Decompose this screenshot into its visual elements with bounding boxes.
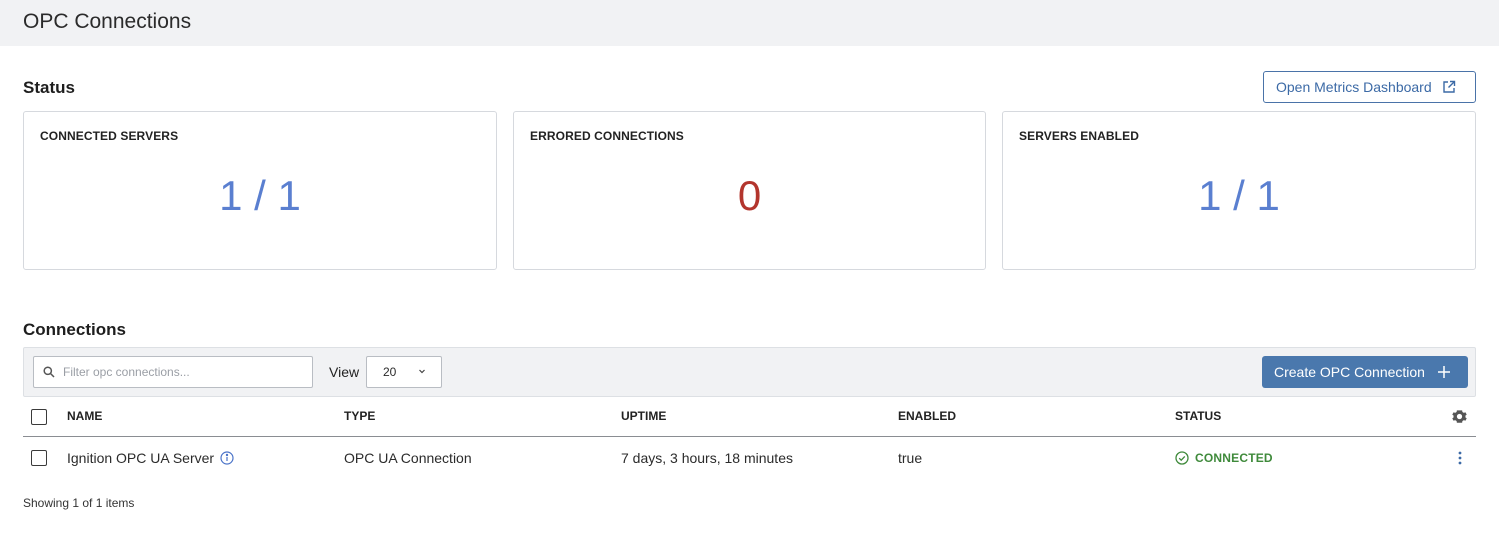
errored-connections-card: ERRORED CONNECTIONS 0	[513, 111, 986, 270]
table-header-divider	[23, 436, 1476, 437]
info-icon[interactable]	[220, 451, 234, 465]
open-metrics-dashboard-label: Open Metrics Dashboard	[1276, 79, 1432, 95]
connected-servers-label: CONNECTED SERVERS	[40, 129, 179, 143]
create-opc-connection-label: Create OPC Connection	[1274, 364, 1425, 380]
pagination-summary: Showing 1 of 1 items	[23, 496, 135, 510]
kebab-menu-icon[interactable]	[1456, 451, 1464, 465]
page-size-select[interactable]: 20	[366, 356, 442, 388]
create-opc-connection-button[interactable]: Create OPC Connection	[1262, 356, 1468, 388]
connection-enabled: true	[898, 450, 923, 466]
column-header-name[interactable]: NAME	[67, 409, 102, 423]
search-icon	[43, 366, 55, 378]
status-text: CONNECTED	[1195, 451, 1273, 465]
servers-enabled-value: 1 / 1	[1198, 172, 1280, 219]
column-header-type[interactable]: TYPE	[344, 409, 375, 423]
row-select-checkbox[interactable]	[31, 450, 47, 466]
page-header: OPC Connections	[0, 0, 1499, 46]
filter-input[interactable]	[63, 365, 303, 379]
page-title: OPC Connections	[23, 10, 192, 33]
status-section-title: Status	[23, 78, 75, 97]
servers-enabled-label: SERVERS ENABLED	[1019, 129, 1139, 143]
connection-name-cell: Ignition OPC UA Server	[67, 450, 234, 466]
column-header-enabled[interactable]: ENABLED	[898, 409, 956, 423]
check-circle-icon	[1175, 451, 1189, 465]
connection-uptime: 7 days, 3 hours, 18 minutes	[621, 450, 793, 466]
connected-servers-card: CONNECTED SERVERS 1 / 1	[23, 111, 497, 270]
settings-gear-icon[interactable]	[1452, 409, 1467, 424]
plus-icon	[1437, 366, 1450, 378]
chevron-down-icon	[419, 369, 425, 374]
select-all-checkbox[interactable]	[31, 409, 47, 425]
errored-connections-value: 0	[737, 172, 762, 219]
open-metrics-dashboard-button[interactable]: Open Metrics Dashboard	[1263, 71, 1476, 103]
connections-toolbar: View 20 Create OPC Connection	[23, 347, 1476, 397]
column-header-uptime[interactable]: UPTIME	[621, 409, 666, 423]
view-label: View	[329, 364, 360, 380]
connected-servers-value: 1 / 1	[219, 172, 301, 219]
external-link-icon	[1442, 80, 1455, 93]
column-header-status[interactable]: STATUS	[1175, 409, 1221, 423]
connection-name[interactable]: Ignition OPC UA Server	[67, 450, 214, 466]
connections-section-title: Connections	[23, 320, 126, 339]
status-badge: CONNECTED	[1175, 451, 1273, 465]
page-size-value: 20	[383, 365, 397, 379]
errored-connections-label: ERRORED CONNECTIONS	[530, 129, 684, 143]
servers-enabled-card: SERVERS ENABLED 1 / 1	[1002, 111, 1476, 270]
connection-type: OPC UA Connection	[344, 450, 472, 466]
filter-field[interactable]	[33, 356, 313, 388]
